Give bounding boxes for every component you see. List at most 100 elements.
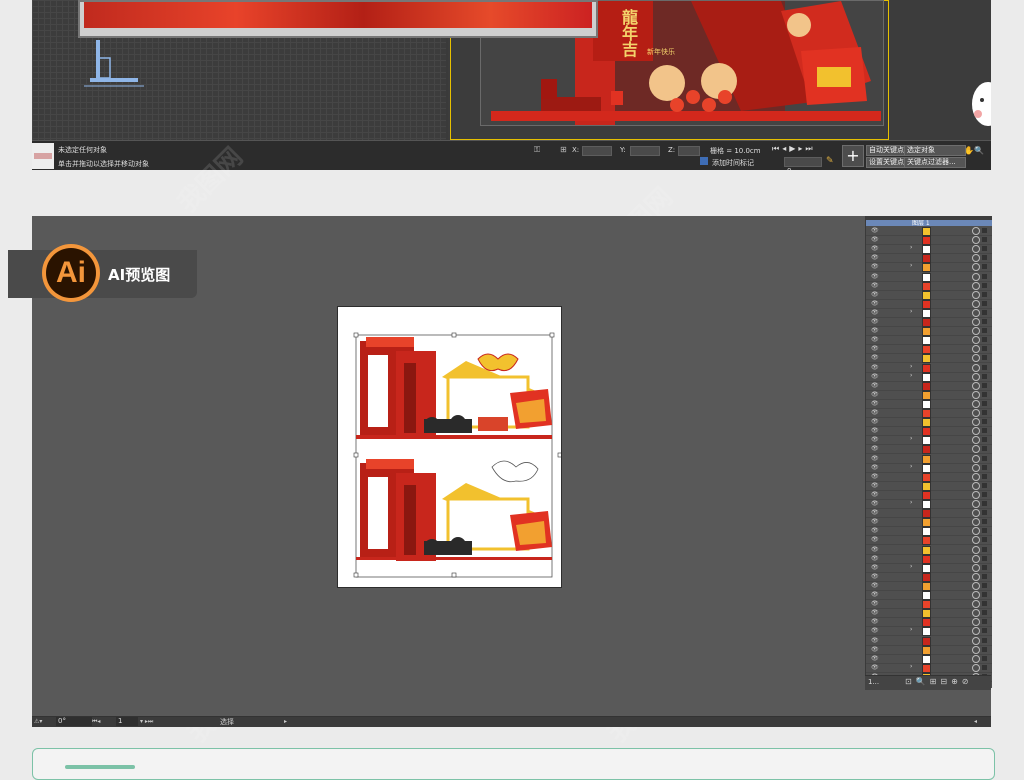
expand-chevron-icon[interactable]: › [910,262,912,269]
visibility-eye-icon[interactable]: 👁 [871,664,879,671]
target-circle-icon[interactable] [972,427,980,436]
target-circle-icon[interactable] [972,490,980,499]
selection-indicator[interactable] [982,428,987,434]
expand-chevron-icon[interactable]: › [910,563,912,570]
target-circle-icon[interactable] [972,600,980,609]
visibility-eye-icon[interactable]: 👁 [871,637,879,644]
selection-indicator[interactable] [982,309,987,315]
time-config-icon[interactable]: ✎ [826,156,834,166]
selection-indicator[interactable] [982,282,987,288]
visibility-eye-icon[interactable]: 👁 [871,491,879,498]
selection-indicator[interactable] [982,346,987,352]
target-circle-icon[interactable] [972,572,980,581]
visibility-eye-icon[interactable]: 👁 [871,536,879,543]
expand-chevron-icon[interactable]: › [910,308,912,315]
selection-indicator[interactable] [982,410,987,415]
key-filters-button[interactable]: 关键点过滤器... [904,157,966,168]
expand-chevron-icon[interactable]: › [910,463,912,470]
visibility-eye-icon[interactable]: 👁 [871,427,879,434]
selection-indicator[interactable] [982,273,987,279]
visibility-eye-icon[interactable]: 👁 [871,318,879,325]
target-circle-icon[interactable] [972,636,980,645]
selection-indicator[interactable] [982,528,987,534]
target-circle-icon[interactable] [972,618,980,627]
target-circle-icon[interactable] [972,263,980,272]
selection-indicator[interactable] [982,646,987,652]
set-key-button[interactable]: 设置关键点 [866,157,907,168]
selection-indicator[interactable] [982,482,987,488]
target-circle-icon[interactable] [972,399,980,408]
target-circle-icon[interactable] [972,409,980,417]
target-circle-icon[interactable] [972,299,980,308]
visibility-eye-icon[interactable]: 👁 [871,609,879,616]
target-circle-icon[interactable] [972,245,980,254]
rotation-field[interactable]: 0° [56,717,92,726]
render-frame-window[interactable] [78,0,598,38]
target-circle-icon[interactable] [972,418,980,427]
selection-indicator[interactable] [982,255,987,261]
selection-indicator[interactable] [982,610,987,616]
target-circle-icon[interactable] [972,481,980,490]
target-circle-icon[interactable] [972,281,980,290]
x-coordinate-field[interactable] [582,146,612,156]
selection-indicator[interactable] [982,555,987,561]
target-circle-icon[interactable] [972,472,980,481]
visibility-eye-icon[interactable]: 👁 [871,627,879,634]
selection-indicator[interactable] [982,491,987,497]
target-circle-icon[interactable] [972,372,980,381]
frame-field[interactable]: 0 [784,157,822,170]
expand-chevron-icon[interactable]: › [910,435,912,442]
target-circle-icon[interactable] [972,254,980,263]
selection-indicator[interactable] [982,664,987,670]
selection-indicator[interactable] [982,300,987,306]
visibility-eye-icon[interactable]: 👁 [871,409,879,416]
expand-chevron-icon[interactable]: › [910,499,912,506]
visibility-eye-icon[interactable]: 👁 [871,527,879,534]
target-circle-icon[interactable] [972,445,980,454]
maxscript-listener[interactable] [32,143,54,169]
visibility-eye-icon[interactable]: 👁 [871,518,879,525]
selection-indicator[interactable] [982,437,987,443]
target-circle-icon[interactable] [972,527,980,536]
selection-indicator[interactable] [982,455,987,461]
target-circle-icon[interactable] [972,381,980,390]
target-circle-icon[interactable] [972,645,980,654]
viewport-nav-icons[interactable]: ✋🔍 [964,146,984,155]
visibility-eye-icon[interactable]: 👁 [871,464,879,471]
target-circle-icon[interactable] [972,336,980,345]
target-circle-icon[interactable] [972,436,980,445]
playback-controls[interactable]: ⏮◂▶▸⏭ [772,144,816,154]
selection-indicator[interactable] [982,364,987,370]
target-circle-icon[interactable] [972,518,980,527]
selection-indicator[interactable] [982,519,987,525]
target-circle-icon[interactable] [972,236,980,245]
visibility-eye-icon[interactable]: 👁 [871,400,879,407]
selection-indicator[interactable] [982,619,987,625]
visibility-eye-icon[interactable]: 👁 [871,354,879,361]
selection-indicator[interactable] [982,501,987,506]
expand-chevron-icon[interactable]: › [910,663,912,670]
target-circle-icon[interactable] [972,227,980,235]
target-circle-icon[interactable] [972,627,980,636]
visibility-eye-icon[interactable]: 👁 [871,263,879,270]
target-circle-icon[interactable] [972,563,980,572]
visibility-eye-icon[interactable]: 👁 [871,473,879,480]
target-circle-icon[interactable] [972,354,980,363]
visibility-eye-icon[interactable]: 👁 [871,445,879,452]
target-circle-icon[interactable] [972,654,980,663]
selection-indicator[interactable] [982,246,987,252]
selection-indicator[interactable] [982,400,987,406]
target-circle-icon[interactable] [972,500,980,508]
visibility-eye-icon[interactable]: 👁 [871,573,879,580]
selection-indicator[interactable] [982,637,987,643]
target-circle-icon[interactable] [972,663,980,672]
selection-indicator[interactable] [982,319,987,324]
target-circle-icon[interactable] [972,345,980,354]
target-circle-icon[interactable] [972,390,980,399]
visibility-eye-icon[interactable]: 👁 [871,646,879,653]
time-tag-icon[interactable] [700,157,708,165]
selection-indicator[interactable] [982,628,987,634]
target-circle-icon[interactable] [972,554,980,563]
selection-indicator[interactable] [982,537,987,543]
layer-footer-icons[interactable]: ⊡🔍⊞⊟⊕⊘ [905,677,972,686]
